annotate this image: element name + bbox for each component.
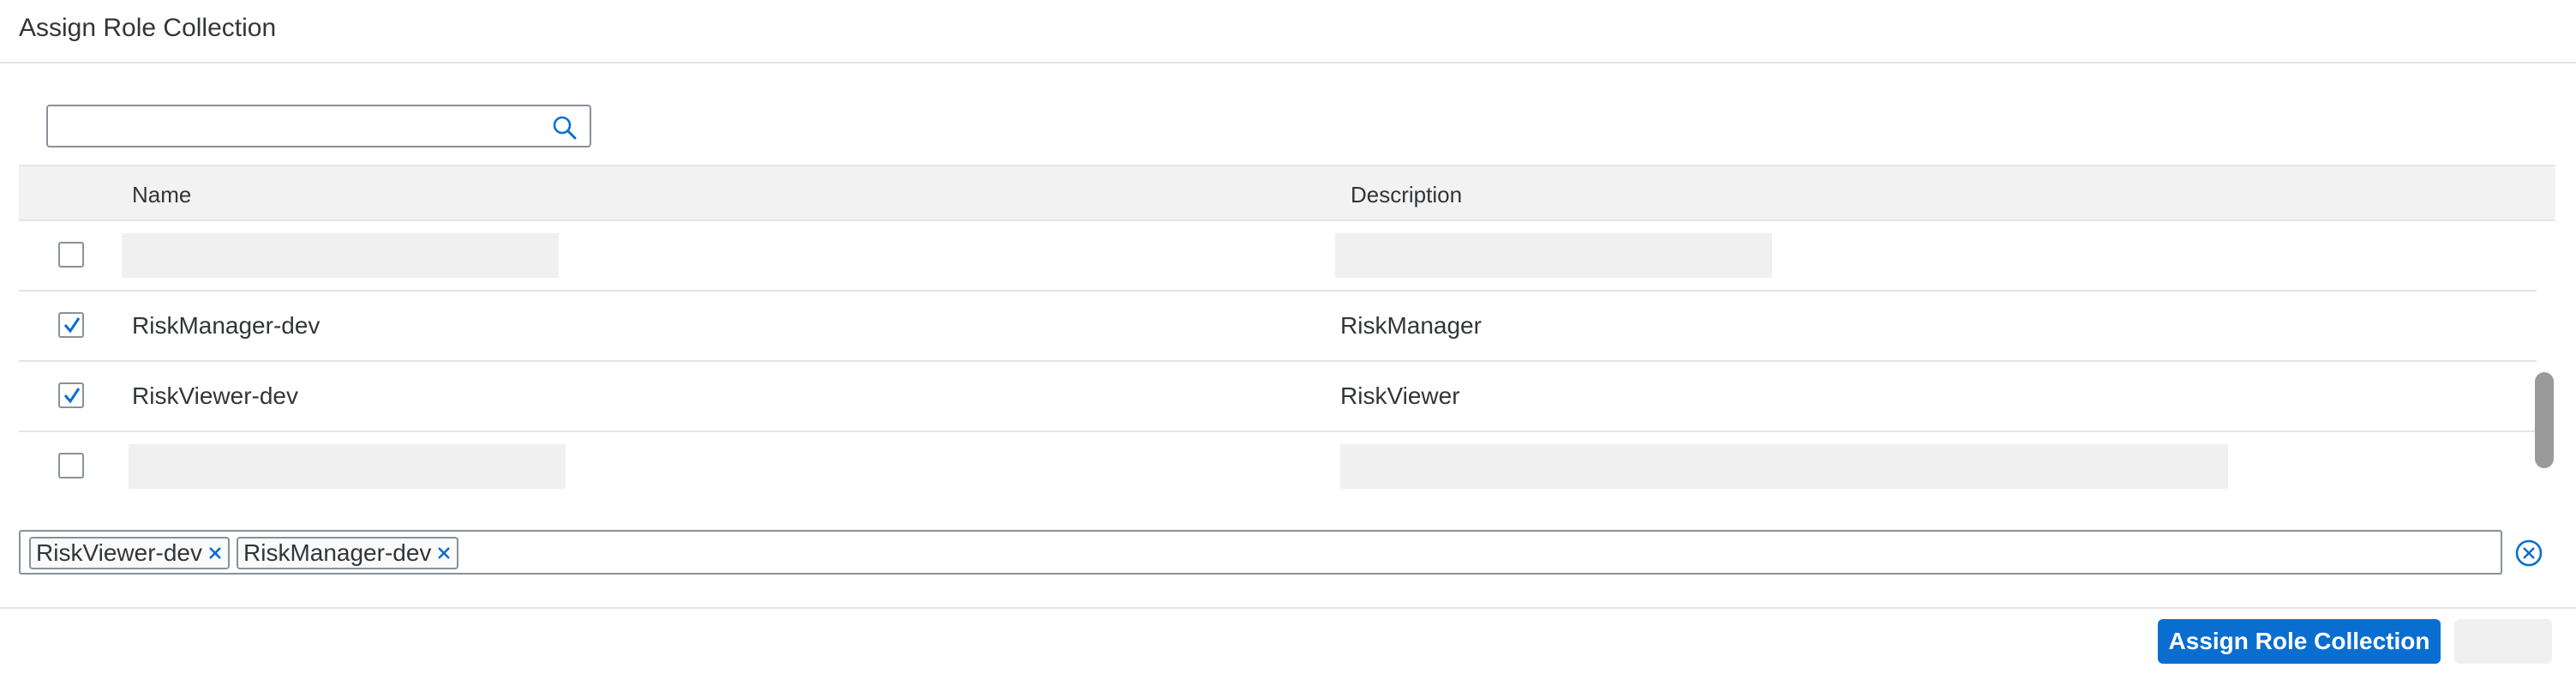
close-icon[interactable] xyxy=(207,545,223,561)
dialog-header xyxy=(0,0,2576,63)
column-header-name[interactable]: Name xyxy=(132,182,191,208)
token-label: RiskViewer-dev xyxy=(36,539,202,566)
cancel-button[interactable] xyxy=(2454,619,2552,664)
close-icon[interactable] xyxy=(436,545,452,561)
row-checkbox[interactable] xyxy=(58,242,84,268)
token-riskviewer[interactable]: RiskViewer-dev xyxy=(29,537,230,569)
table-row[interactable] xyxy=(19,432,2537,502)
assign-role-collection-button[interactable]: Assign Role Collection xyxy=(2158,619,2441,664)
clear-all-icon[interactable] xyxy=(2514,539,2543,568)
table-header: Name Description xyxy=(19,165,2555,221)
row-description: RiskViewer xyxy=(1340,382,1460,409)
token-label: RiskManager-dev xyxy=(243,539,432,566)
description-placeholder xyxy=(1335,233,1772,278)
row-checkbox[interactable] xyxy=(58,312,84,338)
column-header-description[interactable]: Description xyxy=(1351,182,1462,208)
table-scrollbar[interactable] xyxy=(2535,372,2554,468)
selected-tokens-field[interactable]: RiskViewer-dev RiskManager-dev xyxy=(19,530,2502,575)
name-placeholder xyxy=(122,233,559,278)
row-name: RiskViewer-dev xyxy=(132,382,298,409)
name-placeholder xyxy=(129,444,566,489)
search-icon[interactable] xyxy=(552,115,578,141)
description-placeholder xyxy=(1340,444,2228,489)
checkmark-icon xyxy=(63,317,81,334)
table-row[interactable]: RiskManager-dev RiskManager xyxy=(19,292,2537,362)
row-description: RiskManager xyxy=(1340,312,1482,339)
table-row[interactable]: RiskViewer-dev RiskViewer xyxy=(19,362,2537,432)
checkmark-icon xyxy=(63,388,81,404)
row-checkbox[interactable] xyxy=(58,382,84,408)
search-input[interactable] xyxy=(55,110,538,144)
footer-divider xyxy=(0,607,2576,609)
row-name: RiskManager-dev xyxy=(132,312,321,339)
token-riskmanager[interactable]: RiskManager-dev xyxy=(237,537,459,569)
search-field[interactable] xyxy=(46,105,591,147)
dialog-title: Assign Role Collection xyxy=(19,14,277,42)
table-row[interactable] xyxy=(19,221,2537,292)
row-checkbox[interactable] xyxy=(58,453,84,478)
